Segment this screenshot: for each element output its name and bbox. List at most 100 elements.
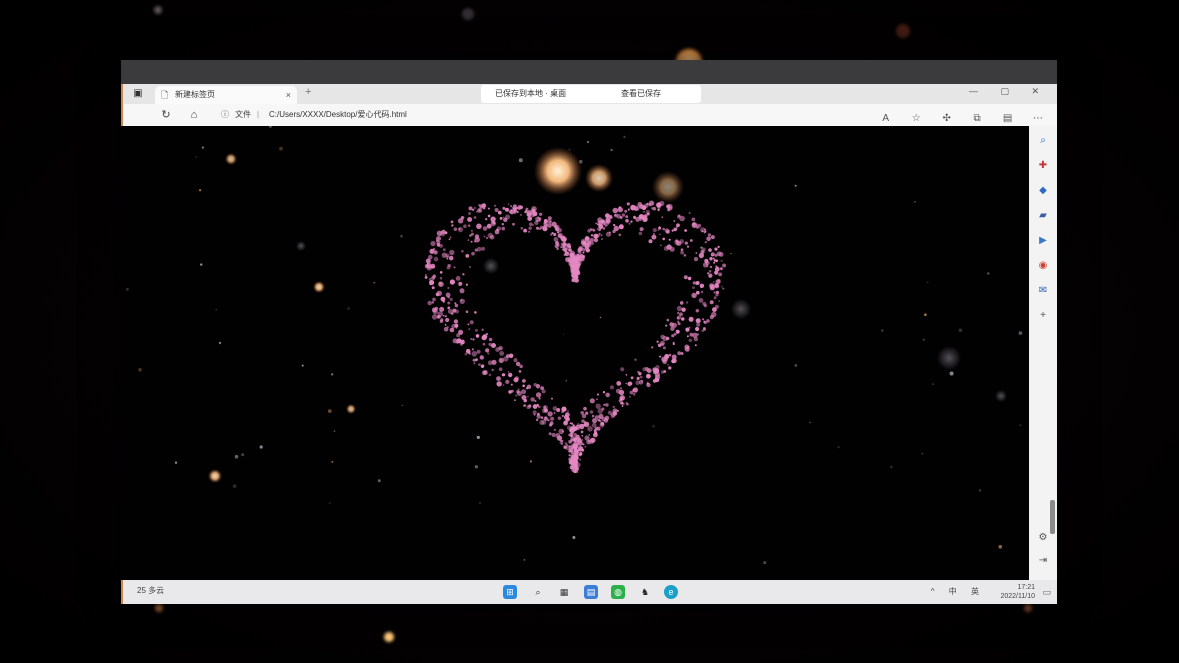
heart-particle — [560, 246, 563, 249]
new-tab-button[interactable]: + — [305, 86, 311, 98]
heart-particle — [688, 316, 694, 322]
heart-particle — [630, 376, 634, 380]
heart-particle — [668, 353, 672, 357]
title-strip — [121, 60, 1057, 84]
star-dot — [400, 234, 403, 238]
heart-particle — [470, 240, 473, 243]
notification-icon[interactable]: ▭ — [1042, 585, 1051, 599]
heart-particle — [424, 264, 429, 269]
heart-particle — [455, 327, 458, 329]
star-dot — [195, 156, 198, 158]
heart-particle — [439, 244, 443, 248]
heart-particle — [436, 236, 441, 242]
heart-particle — [456, 338, 462, 344]
heart-particle — [471, 208, 475, 211]
search-icon[interactable]: ⌕ — [1036, 134, 1050, 148]
heart-particle — [643, 210, 645, 213]
heart-particle — [712, 257, 715, 260]
sidebar-settings-icon[interactable]: ⚙ — [1036, 531, 1050, 545]
qq-icon[interactable]: ♞ — [638, 585, 652, 599]
office-icon[interactable]: ◉ — [1036, 259, 1050, 273]
star-dot — [998, 545, 1003, 549]
heart-particle — [476, 210, 478, 213]
heart-particle — [558, 428, 565, 435]
more-icon[interactable]: ⋯ — [1025, 112, 1051, 126]
games-icon[interactable]: ▶ — [1036, 234, 1050, 248]
heart-particle — [491, 359, 497, 365]
heart-particle — [428, 277, 432, 281]
heart-particle — [698, 298, 704, 303]
heart-particle — [696, 322, 701, 327]
heart-particle — [455, 276, 461, 281]
heart-particle — [557, 228, 562, 233]
heart-particle — [629, 382, 633, 385]
download-notification[interactable]: 已保存到本地 · 桌面 查看已保存 — [481, 85, 701, 103]
star-dot — [218, 341, 222, 345]
notification-action[interactable]: 查看已保存 — [621, 85, 661, 103]
heart-particle — [485, 236, 489, 240]
close-tab-icon[interactable]: × — [286, 86, 291, 104]
refresh-icon[interactable]: ↻ — [159, 108, 173, 122]
edge-icon[interactable]: e — [664, 585, 678, 599]
system-tray[interactable]: ^ 中 英 — [931, 585, 985, 599]
address-url[interactable]: C:/Users/XXXX/Desktop/爱心代码.html — [269, 108, 407, 122]
start-icon[interactable]: ⊞ — [503, 585, 517, 599]
heart-particle — [535, 392, 542, 398]
collections-icon[interactable]: ⧉ — [964, 112, 990, 126]
heart-particle — [584, 236, 590, 241]
wechat-icon[interactable]: ◍ — [611, 585, 625, 599]
heart-particle — [518, 370, 522, 373]
heart-particle — [657, 206, 661, 210]
heart-particle — [432, 297, 436, 302]
heart-particle — [646, 368, 651, 373]
tab-actions-icon[interactable]: ▣ — [131, 87, 145, 101]
heart-particle — [569, 429, 573, 433]
heart-particle — [538, 397, 541, 400]
read-aloud-icon[interactable]: A — [873, 112, 899, 126]
window-controls[interactable]: — ▢ ✕ — [969, 86, 1049, 97]
heart-particle — [603, 220, 610, 226]
tab-active[interactable]: 🗋 新建标签页 × — [155, 86, 297, 104]
heart-particle — [460, 343, 463, 346]
chat-icon[interactable]: ▰ — [1036, 209, 1050, 223]
weather-widget[interactable]: 25 多云 — [137, 585, 164, 597]
task-view-icon[interactable]: ▦ — [557, 585, 571, 599]
sidebar-add-icon[interactable]: + — [1036, 309, 1050, 323]
clock[interactable]: 17:21 2022/11/10 — [1000, 583, 1035, 601]
search-taskbar-icon[interactable]: ⌕ — [531, 585, 545, 599]
heart-particle — [605, 231, 612, 237]
sidebar-expand-icon[interactable]: ⇥ — [1036, 554, 1050, 568]
heart-particle — [535, 418, 539, 422]
file-explorer-icon[interactable]: ▤ — [584, 585, 598, 599]
heart-particle — [669, 246, 675, 252]
heart-particle — [589, 410, 594, 414]
heart-particle — [618, 382, 622, 385]
heart-particle — [575, 428, 578, 431]
heart-particle — [468, 328, 471, 331]
heart-particle — [518, 206, 521, 209]
heart-particle — [619, 395, 625, 401]
heart-particle — [695, 318, 701, 324]
heart-particle — [620, 401, 624, 405]
heart-particle — [708, 275, 711, 278]
heart-particle — [624, 209, 628, 213]
scrollbar-thumb[interactable] — [1050, 500, 1055, 534]
favorite-icon[interactable]: ☆ — [903, 112, 929, 126]
home-icon[interactable]: ⌂ — [187, 108, 201, 122]
heart-particle — [681, 317, 685, 321]
heart-particle — [439, 319, 444, 323]
heart-particle — [642, 367, 647, 372]
outlook-icon[interactable]: ✉ — [1036, 284, 1050, 298]
extensions-icon[interactable]: ✣ — [934, 112, 960, 126]
star-dot — [268, 126, 272, 128]
heart-particle — [639, 375, 643, 379]
info-icon[interactable]: ⓘ — [221, 108, 229, 122]
heart-particle — [436, 314, 441, 319]
add-icon[interactable]: ✚ — [1036, 159, 1050, 173]
heart-particle — [612, 207, 619, 214]
shopping-icon[interactable]: ◆ — [1036, 184, 1050, 198]
heart-particle — [540, 416, 544, 419]
heart-particle — [580, 411, 584, 415]
profile-icon[interactable]: ▤ — [995, 112, 1021, 126]
heart-particle — [528, 226, 532, 230]
